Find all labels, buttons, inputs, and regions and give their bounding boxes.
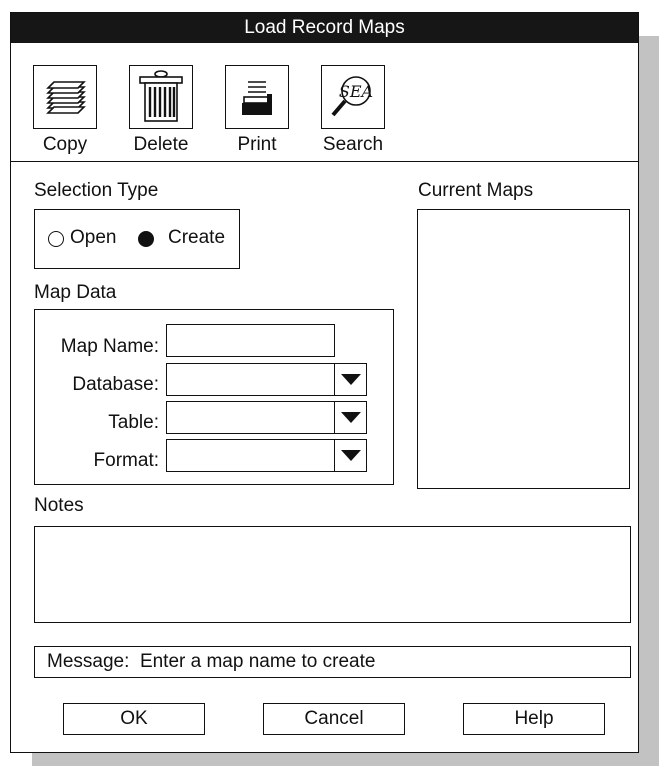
selection-type-group: Open Create: [34, 209, 240, 269]
copy-button[interactable]: [33, 65, 97, 129]
copy-icon: [46, 81, 86, 114]
radio-create-label[interactable]: Create: [168, 227, 225, 249]
copy-label: Copy: [42, 134, 88, 155]
chevron-down-icon: [340, 374, 361, 385]
format-dropdown-button[interactable]: [334, 439, 367, 472]
map-data-label: Map Data: [34, 282, 117, 303]
current-maps-list[interactable]: [417, 209, 630, 489]
window-title: Load Record Maps: [11, 13, 638, 43]
svg-text:SEA: SEA: [339, 82, 373, 101]
database-dropdown-button[interactable]: [334, 363, 367, 396]
format-select[interactable]: [166, 439, 335, 472]
cancel-button[interactable]: Cancel: [263, 703, 405, 735]
magnifier-icon: SEA: [331, 76, 373, 117]
search-label: Search: [322, 134, 384, 155]
print-button[interactable]: [225, 65, 289, 129]
notes-textarea[interactable]: [34, 526, 631, 623]
map-data-group: Map Name: Database: Table: Format:: [34, 309, 394, 485]
format-label: Format:: [93, 450, 159, 471]
map-name-field[interactable]: [166, 324, 335, 357]
trash-icon: [139, 70, 183, 122]
chevron-down-icon: [340, 450, 361, 461]
printer-icon: [242, 81, 272, 115]
map-name-label: Map Name:: [60, 336, 159, 357]
message-bar: Message: Enter a map name to create: [34, 646, 631, 678]
search-button[interactable]: SEA: [321, 65, 385, 129]
print-label: Print: [237, 134, 277, 155]
ok-button[interactable]: OK: [63, 703, 205, 735]
current-maps-label: Current Maps: [418, 180, 534, 201]
message-text: Enter a map name to create: [139, 651, 376, 672]
table-label: Table:: [108, 412, 159, 433]
delete-button[interactable]: [129, 65, 193, 129]
toolbar-divider: [11, 161, 638, 162]
chevron-down-icon: [340, 412, 361, 423]
database-label: Database:: [72, 374, 159, 395]
radio-open[interactable]: [48, 231, 64, 247]
database-select[interactable]: [166, 363, 335, 396]
table-dropdown-button[interactable]: [334, 401, 367, 434]
dialog-window: Load Record Maps Copy Delete Print SEA S…: [10, 12, 639, 753]
radio-open-label[interactable]: Open: [70, 227, 116, 249]
selection-type-label: Selection Type: [34, 180, 159, 201]
help-button[interactable]: Help: [463, 703, 605, 735]
radio-create[interactable]: [138, 231, 154, 247]
notes-label: Notes: [34, 495, 84, 516]
delete-label: Delete: [133, 134, 189, 155]
message-label: Message:: [47, 651, 130, 672]
table-select[interactable]: [166, 401, 335, 434]
